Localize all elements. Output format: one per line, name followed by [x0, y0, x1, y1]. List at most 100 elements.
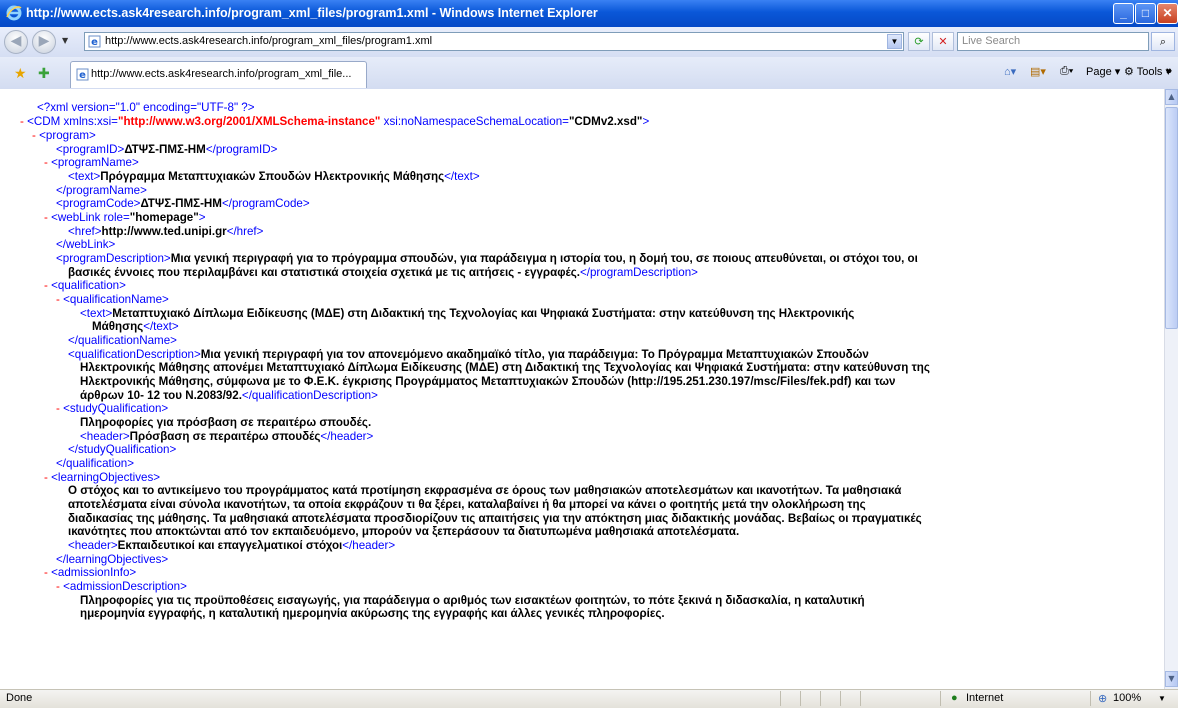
page-icon: e: [76, 68, 89, 81]
xml-node-programName[interactable]: - <programName>: [44, 156, 139, 170]
status-divider: [780, 691, 781, 706]
xml-text-qualificationDescription-4: άρθρων 10- 12 του Ν.2083/92.</qualificat…: [80, 389, 378, 402]
status-divider: [1090, 691, 1091, 706]
address-url: http://www.ects.ask4research.info/progra…: [105, 35, 433, 47]
xml-node-admissionInfo[interactable]: - <admissionInfo>: [44, 566, 136, 580]
tools-menu[interactable]: ⚙ Tools ▾: [1124, 65, 1171, 78]
svg-text:e: e: [79, 70, 86, 81]
xml-node-studyQualification[interactable]: - <studyQualification>: [56, 402, 168, 416]
status-bar: Done ● Internet ⊕ 100% ▼: [0, 689, 1178, 708]
collapse-toggle[interactable]: -: [56, 293, 60, 306]
collapse-toggle[interactable]: -: [32, 129, 36, 142]
home-icon[interactable]: ⌂▾: [1004, 65, 1016, 78]
xml-node-programDescription: <programDescription>Μια γενική περιγραφή…: [56, 252, 918, 265]
status-divider: [840, 691, 841, 706]
search-input[interactable]: Live Search: [957, 32, 1149, 51]
xml-close-programName: </programName>: [56, 184, 147, 197]
print-icon[interactable]: ⎙▾: [1060, 65, 1073, 78]
security-zone: Internet: [966, 692, 1004, 704]
scroll-down-icon[interactable]: ▼: [1165, 671, 1178, 687]
zoom-level[interactable]: 100%: [1113, 692, 1141, 704]
xml-text-studyQualification: Πληροφορίες για πρόσβαση σε περαιτέρω σπ…: [80, 416, 372, 429]
minimize-button[interactable]: _: [1113, 3, 1134, 24]
chevron-right-icon[interactable]: »: [1166, 65, 1172, 77]
gear-icon: ⚙: [1124, 66, 1134, 78]
xml-text-learningObjectives-3: διαδικασίας της μάθησης. Τα μαθησιακά απ…: [68, 512, 922, 525]
scrollbar-thumb[interactable]: [1165, 107, 1178, 329]
internet-explorer-icon: [6, 5, 22, 21]
xml-node-webLink[interactable]: - <webLink role="homepage">: [44, 211, 206, 225]
collapse-toggle[interactable]: -: [44, 566, 48, 579]
xml-node-studyQualification-header: <header>Πρόσβαση σε περαιτέρω σπουδές</h…: [80, 430, 374, 443]
zoom-dropdown-icon[interactable]: ▼: [1158, 694, 1166, 703]
window-title-bar: http://www.ects.ask4research.info/progra…: [0, 0, 1178, 27]
xml-text-qualificationDescription-2: Ηλεκτρονικής Μάθησης απονέμει Μεταπτυχια…: [80, 361, 930, 374]
xml-text-qualificationDescription-3: Ηλεκτρονικής Μάθησης, σύμφωνα με το Φ.Ε.…: [80, 375, 896, 388]
xml-text-qualificationName-2: Μάθησης</text>: [92, 320, 179, 333]
close-button[interactable]: ✕: [1157, 3, 1178, 24]
status-text: Done: [6, 692, 33, 704]
page-menu[interactable]: Page ▾: [1086, 65, 1120, 78]
tab-label: http://www.ects.ask4research.info/progra…: [91, 68, 352, 80]
vertical-scrollbar[interactable]: ▲ ▼: [1164, 89, 1178, 689]
xml-node-learningObjectives-header: <header>Εκπαιδευτικοί και επαγγελματικοί…: [68, 539, 396, 552]
collapse-toggle[interactable]: -: [44, 156, 48, 169]
xml-node-admissionDescription[interactable]: - <admissionDescription>: [56, 580, 187, 594]
xml-close-qualification: </qualification>: [56, 457, 134, 470]
status-divider: [860, 691, 861, 706]
forward-button[interactable]: ▶: [32, 30, 56, 54]
status-divider: [800, 691, 801, 706]
xml-text-programDescription-2: βασικές έννοιες που περιλαμβάνει και στα…: [68, 266, 698, 279]
favorites-star-icon[interactable]: ★: [14, 66, 27, 82]
xml-text-learningObjectives-4: ικανότητες που αποκτώνται από τον εκπαιδ…: [68, 525, 740, 538]
xml-close-studyQualification: </studyQualification>: [68, 443, 177, 456]
tools-menu-label: Tools: [1136, 66, 1163, 78]
xml-text-learningObjectives-1: Ο στόχος και το αντικείμενο του προγράμμ…: [68, 484, 902, 497]
xml-node-href: <href>http://www.ted.unipi.gr</href>: [68, 225, 264, 238]
globe-icon: ●: [951, 692, 958, 704]
status-divider: [820, 691, 821, 706]
status-divider: [940, 691, 941, 706]
recent-pages-dropdown-icon[interactable]: ▼: [62, 36, 68, 45]
xml-close-qualificationName: </qualificationName>: [68, 334, 177, 347]
collapse-toggle[interactable]: -: [56, 402, 60, 415]
address-bar[interactable]: e http://www.ects.ask4research.info/prog…: [84, 32, 904, 51]
collapse-toggle[interactable]: -: [44, 471, 48, 484]
collapse-toggle[interactable]: -: [20, 115, 24, 128]
xml-close-webLink: </webLink>: [56, 238, 116, 251]
xml-declaration: <?xml version="1.0" encoding="UTF-8" ?>: [37, 101, 255, 114]
tab-bar: ★ ✚ e http://www.ects.ask4research.info/…: [0, 57, 1178, 90]
xml-node-programName-text: <text>Πρόγραμμα Μεταπτυχιακών Σπουδών Ηλ…: [68, 170, 480, 183]
tab-current[interactable]: e http://www.ects.ask4research.info/prog…: [70, 61, 367, 88]
xml-node-programID: <programID>ΔΤΨΣ-ΠΜΣ-ΗΜ</programID>: [56, 143, 278, 156]
xml-node-qualificationName[interactable]: - <qualificationName>: [56, 293, 169, 307]
collapse-toggle[interactable]: -: [44, 279, 48, 292]
xml-document-view: <?xml version="1.0" encoding="UTF-8" ?> …: [0, 89, 1164, 689]
page-icon: e: [88, 35, 101, 48]
svg-text:e: e: [91, 37, 98, 48]
stop-icon[interactable]: ✕: [932, 32, 954, 51]
collapse-toggle[interactable]: -: [56, 580, 60, 593]
zoom-icon: ⊕: [1098, 693, 1108, 705]
xml-text-admissionDescription-2: ημερομηνία εγγραφής, η καταλυτική ημερομ…: [80, 607, 665, 620]
xml-node-cdm[interactable]: - <CDM xmlns:xsi="http://www.w3.org/2001…: [20, 115, 649, 129]
xml-node-qualification[interactable]: - <qualification>: [44, 279, 126, 293]
address-dropdown-icon[interactable]: ▼: [887, 34, 902, 49]
maximize-button[interactable]: □: [1135, 3, 1156, 24]
add-favorites-icon[interactable]: ✚: [38, 66, 50, 82]
xml-text-learningObjectives-2: αποτελέσματα είναι σύνολα ικανοτήτων, τα…: [68, 498, 866, 511]
xml-node-qualificationDescription: <qualificationDescription>Μια γενική περ…: [68, 348, 869, 361]
xml-node-programCode: <programCode>ΔΤΨΣ-ΠΜΣ-ΗΜ</programCode>: [56, 197, 310, 210]
xml-node-qualificationName-text: <text>Μεταπτυχιακό Δίπλωμα Ειδίκευσης (Μ…: [80, 307, 855, 320]
search-icon[interactable]: ⌕: [1151, 32, 1175, 51]
xml-close-learningObjectives: </learningObjectives>: [56, 553, 169, 566]
xml-node-learningObjectives[interactable]: - <learningObjectives>: [44, 471, 160, 485]
page-menu-label: Page: [1086, 66, 1112, 78]
collapse-toggle[interactable]: -: [44, 211, 48, 224]
back-button[interactable]: ◀: [4, 30, 28, 54]
scroll-up-icon[interactable]: ▲: [1165, 89, 1178, 105]
window-title: http://www.ects.ask4research.info/progra…: [26, 6, 598, 20]
feeds-icon[interactable]: ▤▾: [1030, 65, 1046, 78]
xml-node-program[interactable]: - <program>: [32, 129, 96, 143]
refresh-icon[interactable]: ⟳: [908, 32, 930, 51]
